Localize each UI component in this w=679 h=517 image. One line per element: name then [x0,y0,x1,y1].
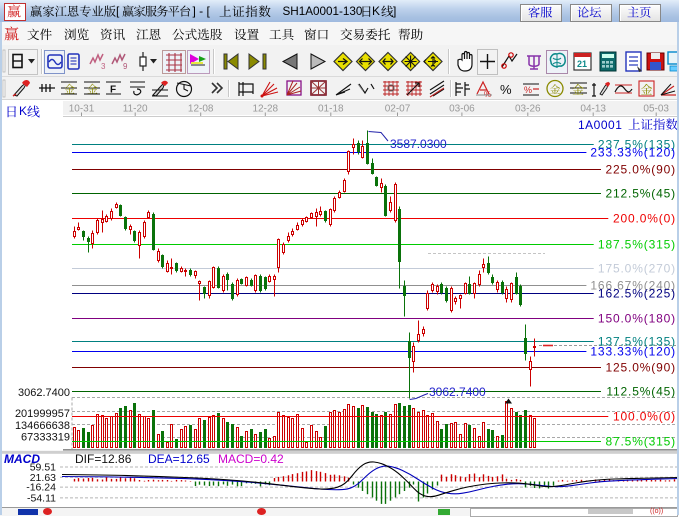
svg-text:DEA=12.65: DEA=12.65 [148,452,210,466]
svg-text:187.5%(315): 187.5%(315) [598,238,676,252]
svg-text:134666638: 134666638 [15,420,70,432]
svg-text:212.5%(45): 212.5%(45) [605,187,676,201]
svg-text:133.33%(120): 133.33%(120) [590,345,676,359]
svg-text:DIF=12.86: DIF=12.86 [75,452,132,466]
svg-text:3062.7400: 3062.7400 [429,385,486,399]
svg-text:3062.7400: 3062.7400 [18,387,70,399]
svg-text:201999957: 201999957 [15,408,70,420]
svg-text:MACD=0.42: MACD=0.42 [218,452,284,466]
svg-text:3587.0300: 3587.0300 [390,137,447,151]
svg-text:125.0%(90): 125.0%(90) [605,361,676,375]
svg-text:100.0%(0): 100.0%(0) [613,410,676,424]
svg-text:-54.11: -54.11 [27,492,56,504]
svg-text:233.33%(120): 233.33%(120) [590,146,676,160]
svg-text:112.5%(45): 112.5%(45) [606,385,676,399]
svg-text:150.0%(180): 150.0%(180) [598,312,676,326]
svg-text:200.0%(0): 200.0%(0) [613,212,676,226]
svg-text:162.5%(225): 162.5%(225) [598,287,676,301]
svg-text:175.0%(270): 175.0%(270) [598,262,676,276]
svg-text:87.5%(315): 87.5%(315) [605,435,676,449]
svg-text:67333319: 67333319 [21,432,70,444]
svg-text:225.0%(90): 225.0%(90) [605,163,676,177]
